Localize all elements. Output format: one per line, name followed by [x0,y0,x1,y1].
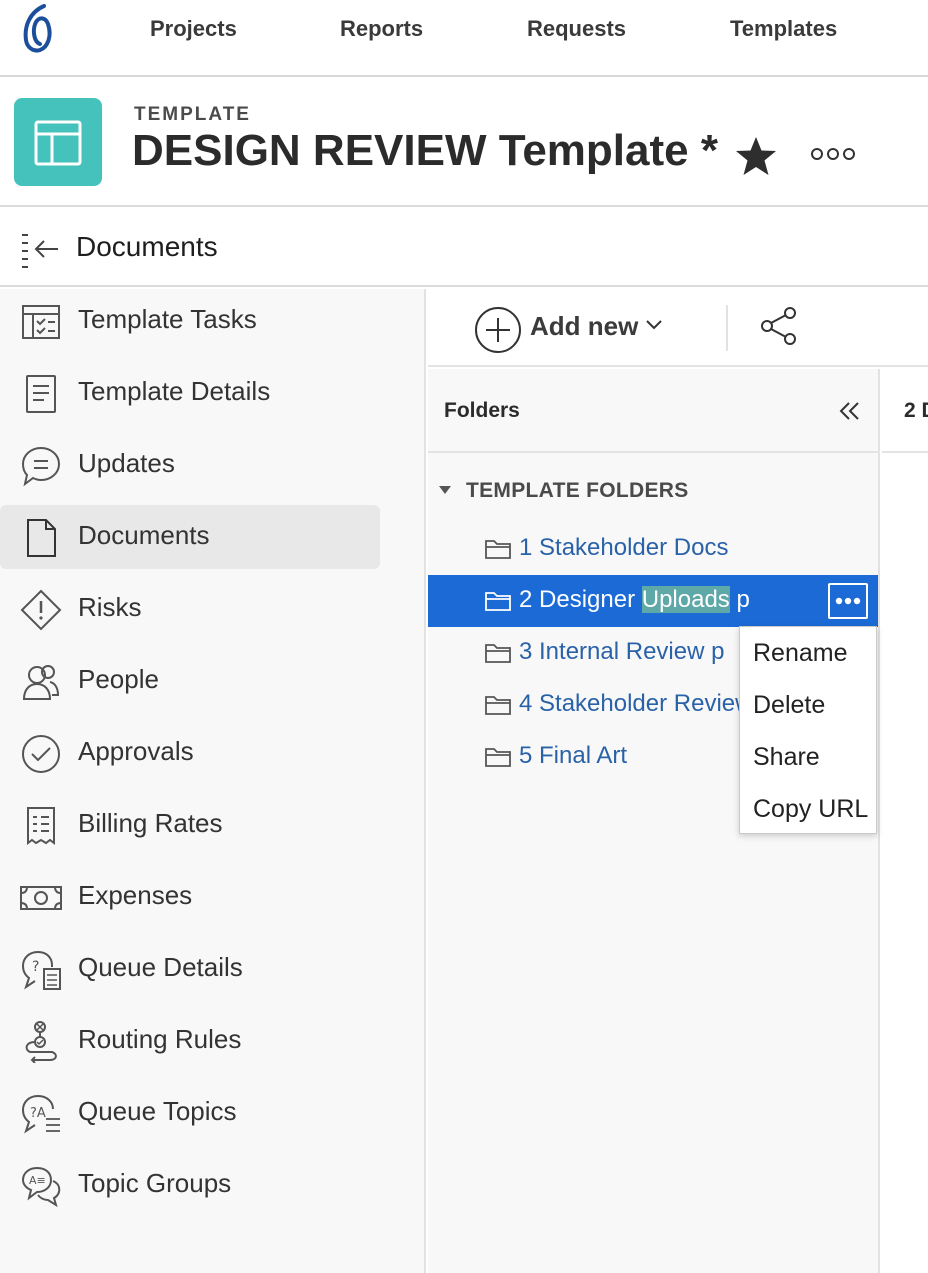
svg-text:?: ? [32,959,39,975]
sidebar-item-label: Billing Rates [78,808,223,838]
nav-requests[interactable]: Requests [527,16,626,42]
folder-label: 1 Stakeholder Docs [519,534,729,561]
nav-projects[interactable]: Projects [150,16,237,42]
folder-icon [485,748,511,767]
documents-toolbar: Add new [428,289,928,367]
more-dots-icon [835,597,861,605]
folders-header: Folders [428,369,880,453]
folder-label: 4 Stakeholder Review [519,690,753,717]
sidebar-item-label: Approvals [78,736,194,766]
menu-item-delete[interactable]: Delete [753,691,825,720]
svg-text:A≡: A≡ [29,1174,46,1187]
menu-item-share[interactable]: Share [753,743,820,772]
sidebar-item-label: Topic Groups [78,1168,232,1198]
share-icon[interactable] [758,305,800,347]
details-document-icon [26,375,56,413]
sidebar-item-label: Template Details [78,376,271,406]
more-options-icon[interactable] [810,147,856,161]
folder-label-prefix: 2 Designer [519,586,642,613]
sidebar: Template Tasks Template Details Updates … [0,289,426,1273]
queue-question-icon: ? [21,951,61,990]
double-chevron-left-icon[interactable] [838,399,862,423]
check-circle-icon [22,735,60,773]
section-title: Documents [76,231,218,262]
routing-icon [25,1021,57,1063]
folder-icon [485,644,511,663]
sidebar-item-label: Routing Rules [78,1024,242,1054]
star-icon[interactable] [734,135,778,177]
folder-label: 3 Internal Review p [519,638,725,665]
sidebar-item-label: Risks [78,592,142,622]
people-icon [22,665,60,700]
folder-icon [485,540,511,559]
sidebar-item-label: Queue Topics [78,1096,237,1126]
sidebar-item-routing-rules[interactable]: Routing Rules [0,1009,380,1073]
svg-text:?A: ?A [30,1106,46,1121]
folder-item-2[interactable]: 2 Designer Uploads p [428,575,878,627]
risk-diamond-icon [20,589,62,631]
folder-label[interactable]: 2 Designer Uploads p [519,586,750,614]
chat-bubble-icon [21,446,61,487]
folder-label-selected-text: Uploads [641,586,730,613]
sidebar-item-label: Template Tasks [78,304,257,334]
documents-list-header: 2 D [882,369,928,453]
nav-templates[interactable]: Templates [730,16,837,42]
task-list-icon [22,305,60,339]
folder-icon [485,592,511,611]
sidebar-item-label: Documents [78,520,210,550]
template-folders-heading[interactable]: TEMPLATE FOLDERS [466,479,689,503]
topic-groups-icon: A≡ [21,1166,61,1207]
sidebar-item-updates[interactable]: Updates [0,433,380,497]
sidebar-item-billing-rates[interactable]: Billing Rates [0,793,380,857]
folder-context-menu: Rename Delete Share Copy URL [739,626,877,834]
top-nav: Projects Reports Requests Templates [0,0,928,77]
add-circle-icon[interactable] [474,306,522,354]
nav-reports[interactable]: Reports [340,16,423,42]
folder-item-1[interactable]: 1 Stakeholder Docs [428,523,878,575]
add-new-button[interactable]: Add new [530,311,638,342]
sidebar-item-queue-topics[interactable]: ?A Queue Topics [0,1081,380,1145]
caret-down-icon[interactable] [438,485,452,495]
sidebar-item-documents[interactable]: Documents [0,505,380,569]
sidebar-item-topic-groups[interactable]: A≡ Topic Groups [0,1153,380,1217]
sidebar-item-label: People [78,664,159,694]
money-bill-icon [20,886,62,910]
sidebar-item-approvals[interactable]: Approvals [0,721,380,785]
folder-label-suffix: p [729,586,750,613]
documents-list-pane: 2 D [882,369,928,1273]
template-kicker: TEMPLATE [134,104,251,125]
template-header: TEMPLATE DESIGN REVIEW Template * [0,79,928,207]
folders-title: Folders [444,399,520,422]
documents-list-title: 2 D [904,399,928,422]
sidebar-item-people[interactable]: People [0,649,380,713]
sidebar-item-template-details[interactable]: Template Details [0,361,380,425]
sidebar-item-expenses[interactable]: Expenses [0,865,380,929]
collapse-sidebar-icon[interactable] [20,229,60,269]
queue-topics-icon: ?A [21,1095,60,1134]
folder-more-button[interactable] [828,583,868,619]
app-logo-icon[interactable] [18,4,58,54]
template-layout-icon [14,98,102,186]
sidebar-item-label: Updates [78,448,175,478]
section-bar: Documents [0,209,928,287]
menu-item-copy-url[interactable]: Copy URL [753,795,868,824]
page-title[interactable]: DESIGN REVIEW Template * [132,126,718,176]
chevron-down-icon[interactable] [644,317,664,333]
folder-label: 5 Final Art [519,742,628,769]
sidebar-item-queue-details[interactable]: ? Queue Details [0,937,380,1001]
toolbar-divider [726,305,728,351]
receipt-icon [27,807,55,845]
document-icon [27,519,56,557]
sidebar-item-label: Expenses [78,880,193,910]
menu-item-rename[interactable]: Rename [753,639,848,668]
sidebar-item-risks[interactable]: Risks [0,577,380,641]
sidebar-item-template-tasks[interactable]: Template Tasks [0,289,380,353]
sidebar-item-label: Queue Details [78,952,243,982]
folder-icon [485,696,511,715]
